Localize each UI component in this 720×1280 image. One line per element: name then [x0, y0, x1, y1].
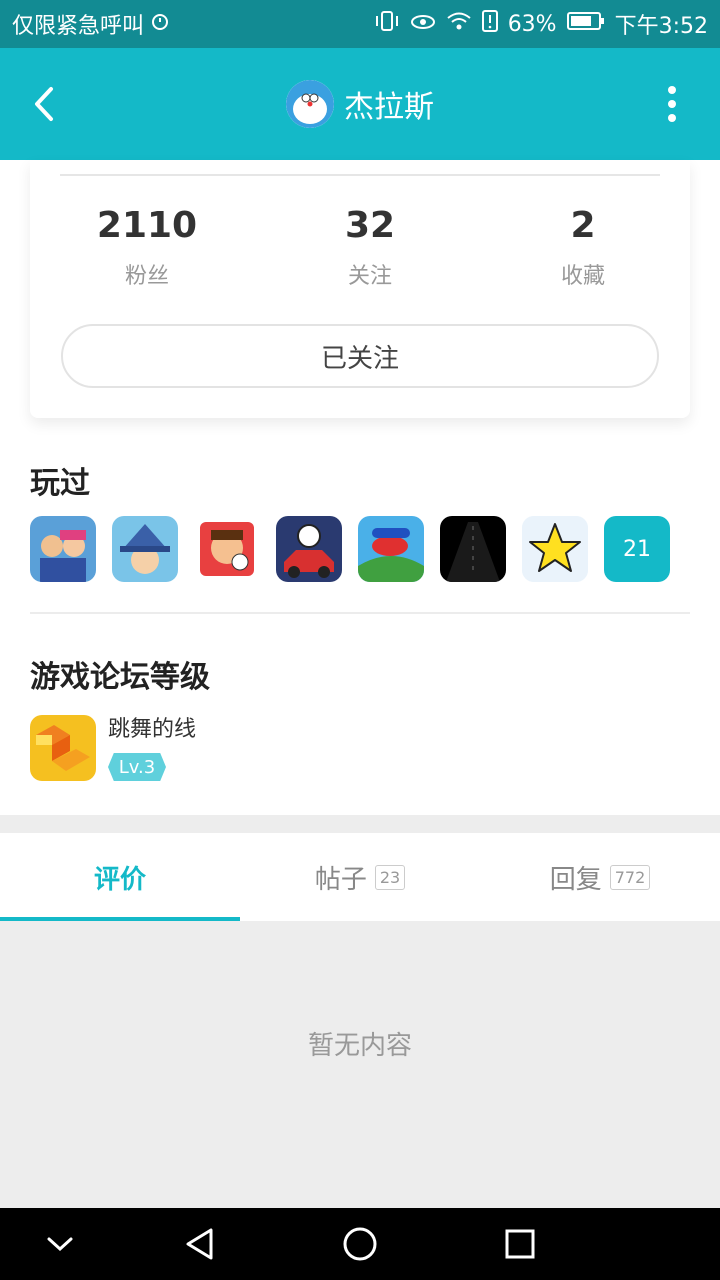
stat-value: 2110 — [96, 205, 198, 246]
stats-card: 2110 粉丝 32 关注 2 收藏 已关注 — [30, 160, 690, 418]
game-icon[interactable] — [358, 516, 424, 582]
stopwatch-icon — [150, 11, 170, 37]
app-header: 杰拉斯 — [0, 48, 720, 160]
divider — [30, 612, 690, 614]
battery-icon — [566, 11, 605, 37]
circle-home-icon — [343, 1227, 377, 1261]
game-icon — [30, 715, 96, 781]
stat-label: 收藏 — [560, 264, 605, 289]
tab-label: 帖子 — [314, 864, 367, 895]
square-recents-icon — [505, 1229, 535, 1259]
divider — [60, 174, 660, 176]
avatar[interactable] — [286, 80, 334, 128]
alert-icon — [481, 10, 498, 38]
vibrate-icon — [374, 10, 400, 38]
stat-label: 粉丝 — [124, 264, 169, 289]
nav-back-button[interactable] — [180, 1224, 220, 1264]
avatar-doraemon-icon — [286, 80, 334, 128]
tab-reviews[interactable]: 评价 — [0, 833, 240, 921]
content-area: 暂无内容 — [0, 921, 720, 1208]
tab-posts[interactable]: 帖子 23 — [240, 833, 480, 921]
played-section-title: 玩过 — [30, 466, 90, 501]
back-button[interactable] — [22, 80, 66, 128]
game-icon[interactable] — [522, 516, 588, 582]
tab-label: 回复 — [549, 864, 602, 895]
played-games-list: 21 — [30, 516, 670, 582]
forum-level-title: 游戏论坛等级 — [30, 660, 210, 695]
system-nav-bar — [0, 1208, 720, 1280]
nav-home-button[interactable] — [340, 1224, 380, 1264]
status-bar: 仅限紧急呼叫 63% 下午3:52 — [0, 0, 720, 48]
eye-comfort-icon — [410, 11, 436, 37]
nav-recents-button[interactable] — [500, 1224, 540, 1264]
stat-following[interactable]: 32 关注 — [290, 204, 450, 290]
game-icon[interactable] — [112, 516, 178, 582]
stat-value: 2 — [570, 205, 596, 246]
chevron-left-icon — [35, 87, 53, 121]
forum-game-name: 跳舞的线 — [108, 717, 197, 742]
tab-count-badge: 23 — [374, 864, 406, 890]
status-carrier-text: 仅限紧急呼叫 — [12, 14, 145, 39]
tab-replies[interactable]: 回复 772 — [480, 833, 720, 921]
stat-value: 32 — [344, 205, 396, 246]
more-games-button[interactable]: 21 — [604, 516, 670, 582]
more-options-button[interactable] — [662, 86, 682, 122]
more-dot-icon — [668, 100, 676, 108]
forum-level-item[interactable]: 跳舞的线 Lv.3 — [30, 715, 196, 781]
stat-favorites[interactable]: 2 收藏 — [503, 204, 663, 290]
more-dot-icon — [668, 86, 676, 94]
tab-label: 评价 — [93, 864, 146, 895]
battery-percent: 63% — [507, 11, 557, 37]
status-time: 下午3:52 — [614, 14, 708, 39]
wifi-icon — [446, 11, 472, 37]
level-badge: Lv.3 — [108, 753, 166, 781]
profile-section: 2110 粉丝 32 关注 2 收藏 已关注 玩过 21 游戏论坛等级 跳舞的线… — [0, 160, 720, 815]
more-dot-icon — [668, 114, 676, 122]
game-icon[interactable] — [440, 516, 506, 582]
page-title: 杰拉斯 — [344, 90, 434, 125]
nav-collapse-button[interactable] — [40, 1224, 80, 1264]
tab-bar: 评价 帖子 23 回复 772 — [0, 833, 720, 921]
tab-count-badge: 772 — [609, 864, 651, 890]
stat-label: 关注 — [347, 264, 392, 289]
game-icon[interactable] — [276, 516, 342, 582]
stat-fans[interactable]: 2110 粉丝 — [67, 204, 227, 290]
chevron-down-icon — [47, 1237, 73, 1252]
game-icon[interactable] — [194, 516, 260, 582]
empty-state-text: 暂无内容 — [307, 1031, 412, 1061]
game-icon[interactable] — [30, 516, 96, 582]
followed-button[interactable]: 已关注 — [61, 324, 659, 388]
triangle-back-icon — [186, 1228, 213, 1260]
